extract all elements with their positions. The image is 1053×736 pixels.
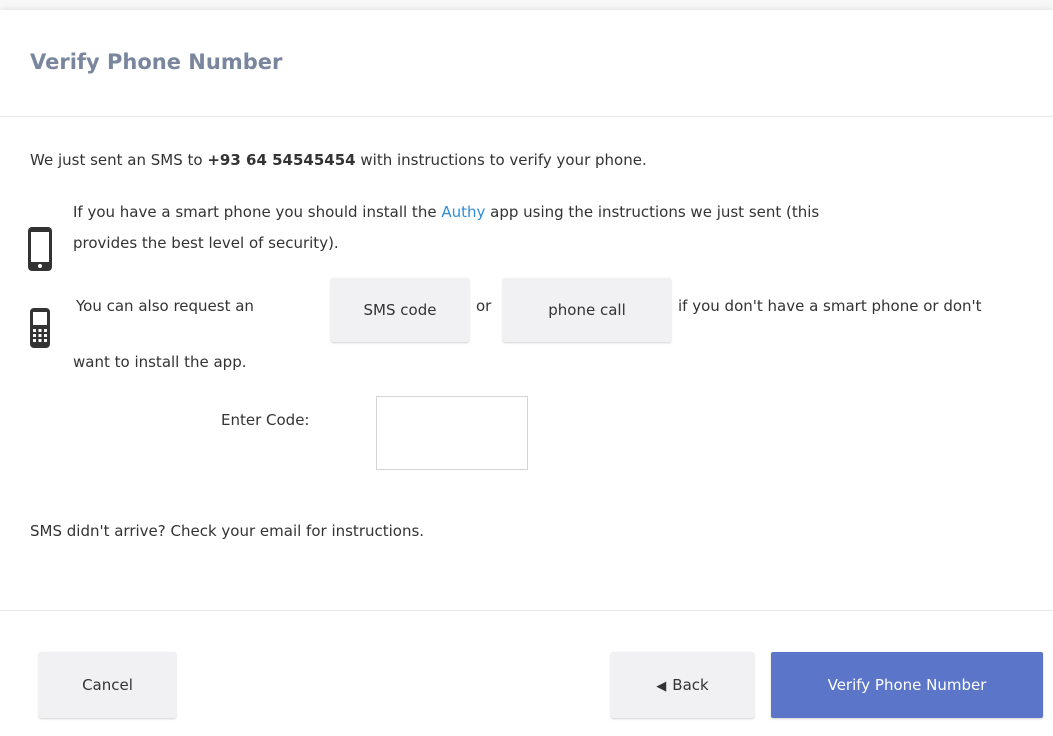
back-button-label: Back: [672, 676, 709, 694]
cancel-button[interactable]: Cancel: [39, 652, 176, 718]
sms-code-button[interactable]: SMS code: [331, 278, 469, 342]
phone-call-button[interactable]: phone call: [503, 278, 671, 342]
verify-phone-dialog: Verify Phone Number We just sent an SMS …: [0, 10, 1053, 736]
smartphone-instructions-line-1: If you have a smart phone you should ins…: [73, 202, 819, 222]
sms-sent-prefix: We just sent an SMS to: [30, 151, 208, 169]
request-code-suffix: if you don't have a smart phone or don't: [678, 297, 982, 315]
verification-code-input[interactable]: [376, 396, 528, 470]
authy-link[interactable]: Authy: [441, 203, 485, 221]
request-code-prefix: You can also request an: [76, 297, 254, 315]
footer-divider: [0, 610, 1053, 611]
smartphone-icon: [28, 227, 52, 271]
sms-help-text: SMS didn't arrive? Check your email for …: [30, 522, 425, 540]
request-code-line-2: want to install the app.: [73, 353, 247, 371]
smartphone-instructions-line-2: provides the best level of security).: [73, 234, 339, 252]
feature-phone-icon: [30, 308, 50, 348]
phone-number: +93 64 54545454: [207, 151, 356, 169]
sms-sent-suffix: with instructions to verify your phone.: [355, 151, 647, 169]
arrow-left-icon: ◀: [656, 679, 667, 694]
back-button[interactable]: ◀ Back: [611, 652, 754, 718]
dialog-header: Verify Phone Number: [0, 10, 1053, 117]
enter-code-label: Enter Code:: [221, 411, 310, 429]
request-code-or: or: [476, 297, 492, 315]
dialog-title: Verify Phone Number: [30, 50, 283, 74]
smartphone-prefix: If you have a smart phone you should ins…: [73, 203, 442, 221]
sms-sent-message: We just sent an SMS to +93 64 54545454 w…: [30, 150, 647, 170]
verify-phone-number-button[interactable]: Verify Phone Number: [771, 652, 1043, 718]
smartphone-suffix: app using the instructions we just sent …: [485, 203, 820, 221]
